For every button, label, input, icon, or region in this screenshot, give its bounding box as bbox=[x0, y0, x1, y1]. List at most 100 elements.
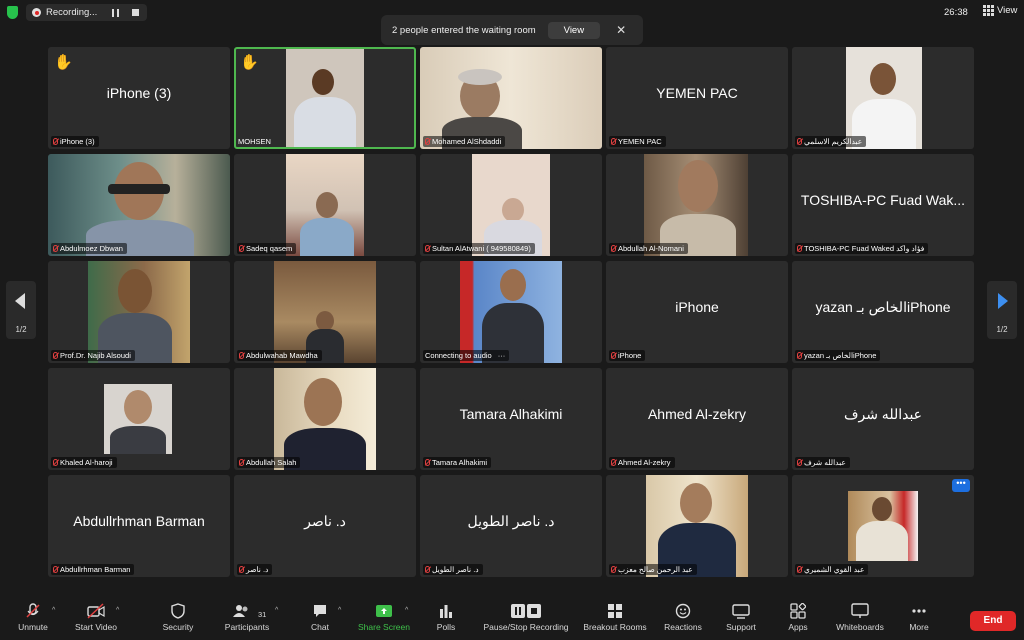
participant-name-tag: Khaled Al-haroji bbox=[51, 457, 117, 468]
participant-tile[interactable]: د. ناصر الطويل د. ناصر الطويل bbox=[420, 475, 602, 577]
participant-tile[interactable]: Abdullrhman Barman Abdullrhman Barman bbox=[48, 475, 230, 577]
participant-name-tag: Abdullah Salah bbox=[237, 457, 301, 468]
participant-grid: ✋ iPhone (3) iPhone (3) ✋ MOHSEN Mohamed… bbox=[48, 47, 976, 577]
video-options-chevron-icon[interactable]: ^ bbox=[116, 607, 119, 614]
participant-display-name: iPhone (3) bbox=[106, 85, 172, 101]
security-button[interactable]: Security bbox=[158, 603, 198, 632]
raised-hand-icon: ✋ bbox=[240, 54, 259, 71]
participant-name-tag: Ahmed Al-zekry bbox=[609, 457, 675, 468]
previous-page-button[interactable]: 1/2 bbox=[6, 281, 36, 339]
participant-tile[interactable]: Abdulmoez Dbwan bbox=[48, 154, 230, 256]
polls-label: Polls bbox=[436, 622, 456, 632]
end-meeting-button[interactable]: End bbox=[970, 611, 1016, 631]
chat-options-chevron-icon[interactable]: ^ bbox=[338, 607, 341, 614]
participant-tile[interactable]: عبد الرحمن صالح معزب bbox=[606, 475, 788, 577]
participant-video bbox=[286, 49, 364, 147]
start-video-button[interactable]: Start Video bbox=[70, 603, 122, 632]
participant-name: MOHSEN bbox=[238, 137, 271, 146]
audio-options-chevron-icon[interactable]: ^ bbox=[52, 607, 55, 614]
participants-options-chevron-icon[interactable]: ^ bbox=[275, 607, 278, 614]
more-button[interactable]: More bbox=[904, 603, 934, 632]
participant-tile[interactable]: Ahmed Al-zekry Ahmed Al-zekry bbox=[606, 368, 788, 470]
meeting-toolbar: Unmute ^ Start Video ^ Security Particip… bbox=[0, 601, 1024, 640]
breakout-rooms-button[interactable]: Breakout Rooms bbox=[582, 603, 648, 632]
next-page-button[interactable]: 1/2 bbox=[987, 281, 1017, 339]
view-button[interactable]: View bbox=[983, 5, 1017, 16]
participant-name-tag: عبد القوي الشميري bbox=[795, 564, 869, 575]
waiting-room-text: 2 people entered the waiting room bbox=[392, 24, 536, 36]
mic-muted-icon bbox=[425, 138, 430, 145]
participant-tile[interactable]: عبدالله شرف عبدالله شرف bbox=[792, 368, 974, 470]
stop-recording-icon[interactable] bbox=[132, 9, 140, 16]
participant-name: Sadeq qasem bbox=[246, 244, 293, 253]
polls-button[interactable]: Polls bbox=[432, 603, 460, 632]
participant-display-name: TOSHIBA-PC Fuad Wak... bbox=[800, 192, 966, 208]
participant-tile[interactable]: iPhone iPhone bbox=[606, 261, 788, 363]
participant-name: Ahmed Al-zekry bbox=[618, 458, 671, 467]
close-icon[interactable]: ✕ bbox=[616, 23, 626, 37]
participant-video bbox=[646, 475, 748, 577]
participant-name: Connecting to audio bbox=[425, 351, 492, 360]
participant-tile[interactable]: TOSHIBA-PC Fuad Wak... TOSHIBA-PC Fuad W… bbox=[792, 154, 974, 256]
participant-name-tag: Prof.Dr. Najib Alsoudi bbox=[51, 350, 135, 361]
participant-tile[interactable]: د. ناصر د. ناصر bbox=[234, 475, 416, 577]
share-options-chevron-icon[interactable]: ^ bbox=[405, 607, 408, 614]
participant-name: iPhone (3) bbox=[60, 137, 95, 146]
pause-stop-recording-button[interactable]: Pause/Stop Recording bbox=[480, 603, 572, 632]
participant-tile[interactable]: Tamara Alhakimi Tamara Alhakimi bbox=[420, 368, 602, 470]
more-options-icon[interactable]: ··· bbox=[498, 350, 506, 361]
share-screen-label: Share Screen bbox=[358, 622, 410, 632]
participant-name-tag: Abdulwahab Mawdha bbox=[237, 350, 322, 361]
support-button[interactable]: Support bbox=[722, 603, 760, 632]
participant-name-tag: Connecting to audio ··· bbox=[423, 350, 510, 361]
whiteboards-button[interactable]: Whiteboards bbox=[830, 603, 890, 632]
arrow-left-icon bbox=[15, 293, 25, 309]
participant-name: Abdulmoez Dbwan bbox=[60, 244, 123, 253]
participant-tile[interactable]: ••• عبد القوي الشميري bbox=[792, 475, 974, 577]
more-options-button[interactable]: ••• bbox=[952, 479, 970, 492]
participant-display-name: iPhone bbox=[675, 299, 719, 315]
mic-muted-icon bbox=[53, 459, 58, 466]
participant-video bbox=[286, 154, 364, 256]
participant-tile[interactable]: Abdulwahab Mawdha bbox=[234, 261, 416, 363]
participant-tile[interactable]: Prof.Dr. Najib Alsoudi bbox=[48, 261, 230, 363]
participant-name-tag: عبدالكريم الاسلمي bbox=[795, 136, 867, 147]
participant-name-tag: Abdullrhman Barman bbox=[51, 564, 135, 575]
chat-button[interactable]: Chat bbox=[304, 603, 336, 632]
shield-icon bbox=[171, 603, 185, 619]
mic-muted-icon bbox=[239, 352, 244, 359]
participant-name-tag: MOHSEN bbox=[237, 136, 275, 147]
participant-tile[interactable]: YEMEN PAC YEMEN PAC bbox=[606, 47, 788, 149]
participant-name: Khaled Al-haroji bbox=[60, 458, 113, 467]
participant-name-tag: Tamara Alhakimi bbox=[423, 457, 492, 468]
participant-tile[interactable]: Khaled Al-haroji bbox=[48, 368, 230, 470]
participant-tile[interactable]: Connecting to audio ··· bbox=[420, 261, 602, 363]
more-label: More bbox=[909, 622, 929, 632]
unmute-button[interactable]: Unmute bbox=[14, 603, 52, 632]
waiting-room-view-button[interactable]: View bbox=[547, 21, 601, 39]
reactions-button[interactable]: Reactions bbox=[662, 603, 704, 632]
participant-tile[interactable]: Sadeq qasem bbox=[234, 154, 416, 256]
share-screen-button[interactable]: Share Screen bbox=[356, 603, 412, 632]
participant-video bbox=[472, 154, 550, 256]
share-screen-icon bbox=[376, 605, 392, 617]
apps-label: Apps bbox=[788, 622, 808, 632]
mic-muted-icon bbox=[425, 566, 430, 573]
unmute-label: Unmute bbox=[18, 622, 48, 632]
mic-muted-icon bbox=[53, 245, 58, 252]
apps-button[interactable]: Apps bbox=[784, 603, 812, 632]
participant-tile[interactable]: yazan الخاص بـiPhone yazan الخاص بـiPhon… bbox=[792, 261, 974, 363]
participant-name: Abdullah Al-Nomani bbox=[618, 244, 684, 253]
participant-tile[interactable]: ✋ MOHSEN bbox=[234, 47, 416, 149]
participant-tile[interactable]: Mohamed AlShdaddi bbox=[420, 47, 602, 149]
video-off-icon bbox=[87, 603, 105, 619]
participant-tile[interactable]: Sultan AlAtwani ( 949580849) bbox=[420, 154, 602, 256]
security-shield-icon[interactable] bbox=[7, 6, 18, 19]
pause-recording-icon[interactable] bbox=[112, 8, 120, 17]
participant-tile[interactable]: Abdullah Al-Nomani bbox=[606, 154, 788, 256]
participant-tile[interactable]: Abdullah Salah bbox=[234, 368, 416, 470]
participant-tile[interactable]: ✋ iPhone (3) iPhone (3) bbox=[48, 47, 230, 149]
participant-name-tag: YEMEN PAC bbox=[609, 136, 666, 147]
poll-chart-icon bbox=[440, 605, 452, 618]
participant-tile[interactable]: عبدالكريم الاسلمي bbox=[792, 47, 974, 149]
